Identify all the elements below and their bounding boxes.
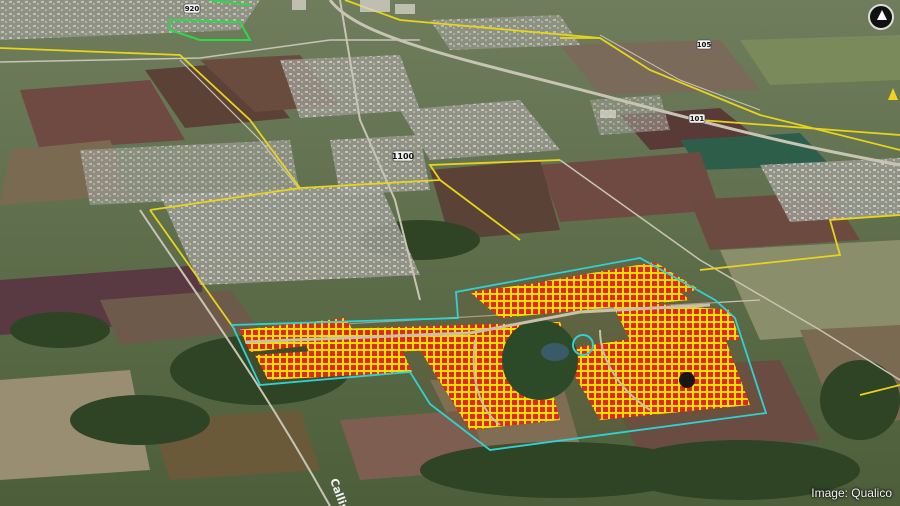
road-shield-cr105: 105 — [697, 39, 712, 50]
road-label-105: 105 — [697, 41, 712, 49]
road-label-920: 920 — [185, 5, 200, 13]
road-shield-cr101: 101 — [688, 113, 706, 124]
aerial-image: 1100 920 101 105 Callis — [0, 0, 900, 506]
map-view[interactable]: 1100 920 101 105 Callis Image: Qualico — [0, 0, 900, 506]
road-label-1100: 1100 — [392, 152, 415, 161]
road-label-101: 101 — [690, 115, 705, 123]
compass-icon[interactable] — [864, 4, 894, 62]
north-arrow-icon — [877, 10, 887, 20]
road-shield-fm920: 920 — [183, 3, 201, 14]
road-shield-fm1100: 1100 — [392, 150, 415, 162]
image-credit: Image: Qualico — [811, 486, 892, 500]
